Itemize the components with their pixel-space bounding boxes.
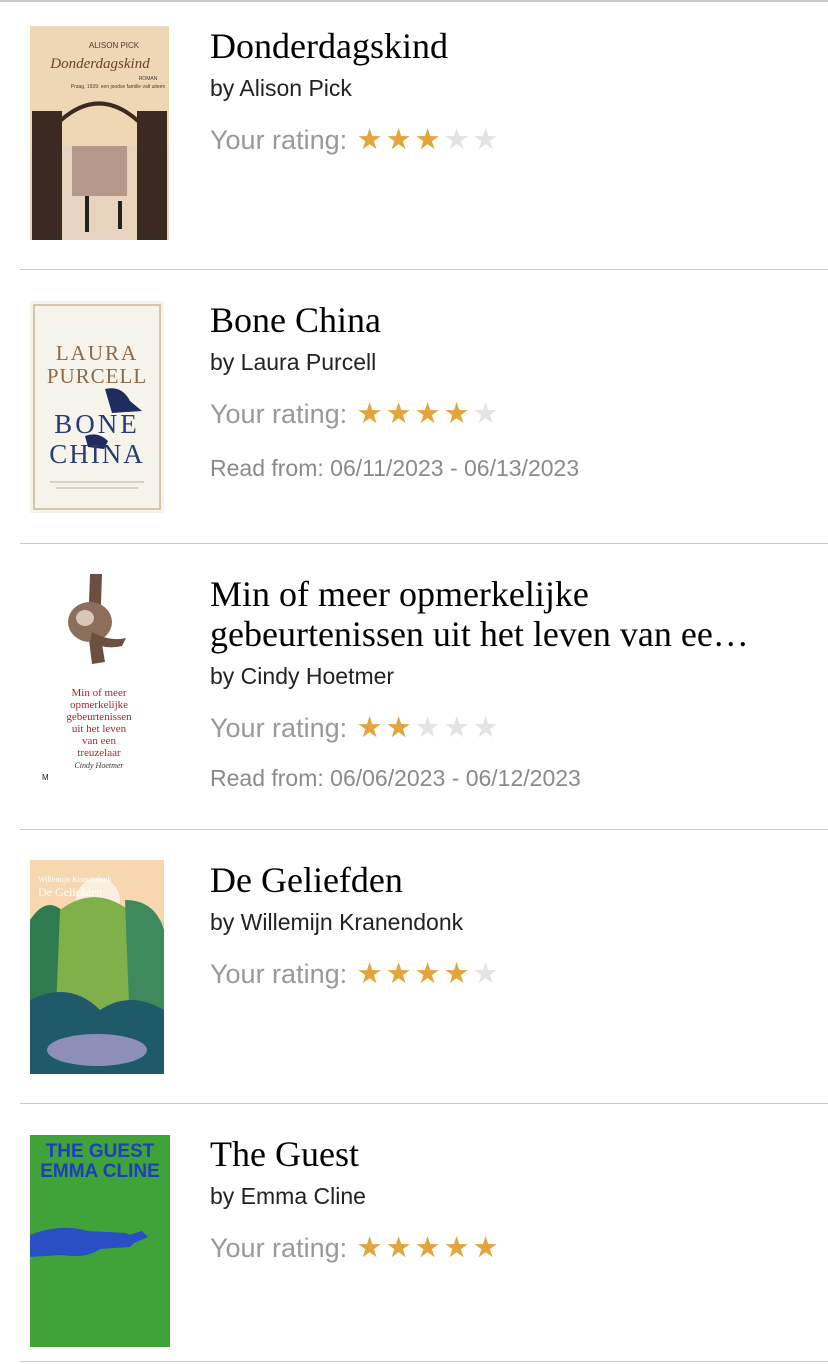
star-filled-icon[interactable]: ★ bbox=[413, 1232, 442, 1264]
star-rating[interactable]: ★ ★ ★ ★ ★ bbox=[355, 124, 500, 156]
book-title[interactable]: Min of meer opmerkelijke gebeurtenissen … bbox=[210, 574, 808, 654]
cover-tagline-text: Praag, 1939: een joodse familie valt uit… bbox=[71, 84, 166, 90]
rating-label: Your rating: bbox=[210, 125, 348, 155]
cover-title-text: Donderdagskind bbox=[49, 56, 150, 72]
book-author[interactable]: by Willemijn Kranendonk bbox=[210, 908, 808, 936]
book-author[interactable]: by Alison Pick bbox=[210, 74, 808, 102]
star-filled-icon[interactable]: ★ bbox=[413, 124, 442, 156]
cover-title-first: BONE bbox=[54, 409, 140, 439]
star-filled-icon[interactable]: ★ bbox=[442, 1232, 471, 1264]
star-filled-icon[interactable]: ★ bbox=[384, 398, 413, 430]
cover-title-line: uit het leven bbox=[72, 723, 127, 735]
star-filled-icon[interactable]: ★ bbox=[355, 958, 384, 990]
rating-label: Your rating: bbox=[210, 399, 348, 429]
star-empty-icon[interactable]: ★ bbox=[471, 958, 500, 990]
star-rating[interactable]: ★ ★ ★ ★ ★ bbox=[355, 712, 500, 744]
cover-title-line: treuzelaar bbox=[77, 747, 121, 759]
star-filled-icon[interactable]: ★ bbox=[442, 958, 471, 990]
read-dates: Read from: 06/06/2023 - 06/12/2023 bbox=[210, 765, 581, 791]
star-filled-icon[interactable]: ★ bbox=[355, 124, 384, 156]
star-filled-icon[interactable]: ★ bbox=[355, 712, 384, 744]
book-row[interactable]: LAURA PURCELL BONE CHINA Bone China by L… bbox=[0, 270, 828, 544]
star-rating[interactable]: ★ ★ ★ ★ ★ bbox=[355, 958, 500, 990]
read-dates: Read from: 06/11/2023 - 06/13/2023 bbox=[210, 455, 580, 481]
rating-row: Your rating: ★ ★ ★ ★ ★ bbox=[210, 1232, 808, 1264]
cover-author-text: Willemijn Kranendonk bbox=[38, 875, 112, 884]
book-title[interactable]: Bone China bbox=[210, 300, 808, 340]
rating-row: Your rating: ★ ★ ★ ★ ★ bbox=[210, 124, 808, 156]
cover-author-text: EMMA CLINE bbox=[40, 1161, 160, 1182]
book-title[interactable]: Donderdagskind bbox=[210, 26, 808, 66]
cover-title-line: van een bbox=[82, 735, 116, 747]
rating-row: Your rating: ★ ★ ★ ★ ★ bbox=[210, 398, 808, 430]
cover-publisher-text: M bbox=[42, 773, 49, 782]
book-info: Bone China by Laura Purcell Your rating:… bbox=[210, 300, 808, 482]
star-filled-icon[interactable]: ★ bbox=[384, 124, 413, 156]
cover-title-second: CHINA bbox=[49, 439, 145, 469]
star-rating[interactable]: ★ ★ ★ ★ ★ bbox=[355, 398, 500, 430]
star-filled-icon[interactable]: ★ bbox=[384, 958, 413, 990]
book-title[interactable]: De Geliefden bbox=[210, 860, 808, 900]
cover-title-text: THE GUEST bbox=[46, 1141, 155, 1162]
star-filled-icon[interactable]: ★ bbox=[384, 712, 413, 744]
cover-author-text: Cindy Hoetmer bbox=[74, 761, 124, 770]
star-empty-icon[interactable]: ★ bbox=[442, 124, 471, 156]
rating-label: Your rating: bbox=[210, 1233, 348, 1263]
cover-genre-text: ROMAN bbox=[139, 76, 158, 82]
star-empty-icon[interactable]: ★ bbox=[471, 398, 500, 430]
star-empty-icon[interactable]: ★ bbox=[471, 124, 500, 156]
book-cover[interactable]: Willemijn Kranendonk De Geliefden bbox=[30, 860, 164, 1074]
cover-title-line: opmerkelijke bbox=[70, 699, 128, 711]
cover-author-first: LAURA bbox=[56, 341, 138, 365]
book-cover[interactable]: LAURA PURCELL BONE CHINA bbox=[30, 301, 164, 513]
star-filled-icon[interactable]: ★ bbox=[413, 958, 442, 990]
book-row[interactable]: THE GUEST EMMA CLINE The Guest by Emma C… bbox=[0, 1104, 828, 1364]
star-filled-icon[interactable]: ★ bbox=[442, 398, 471, 430]
cover-author-last: PURCELL bbox=[47, 364, 147, 388]
book-author[interactable]: by Cindy Hoetmer bbox=[210, 662, 808, 690]
cover-title-line: Min of meer bbox=[72, 687, 127, 699]
star-filled-icon[interactable]: ★ bbox=[413, 398, 442, 430]
book-info: The Guest by Emma Cline Your rating: ★ ★ ★… bbox=[210, 1134, 808, 1264]
star-filled-icon[interactable]: ★ bbox=[471, 1232, 500, 1264]
rating-row: Your rating: ★ ★ ★ ★ ★ bbox=[210, 958, 808, 990]
cover-author-text: ALISON PICK bbox=[89, 41, 140, 50]
row-divider bbox=[20, 1361, 828, 1362]
star-rating[interactable]: ★ ★ ★ ★ ★ bbox=[355, 1232, 500, 1264]
star-filled-icon[interactable]: ★ bbox=[355, 398, 384, 430]
book-info: Donderdagskind by Alison Pick Your ratin… bbox=[210, 26, 808, 156]
star-empty-icon[interactable]: ★ bbox=[471, 712, 500, 744]
book-info: Min of meer opmerkelijke gebeurtenissen … bbox=[210, 574, 808, 792]
book-row[interactable]: Min of meer opmerkelijke gebeurtenissen … bbox=[0, 544, 828, 830]
book-row[interactable]: ALISON PICK Donderdagskind Praag, 1939: … bbox=[0, 0, 828, 270]
star-empty-icon[interactable]: ★ bbox=[442, 712, 471, 744]
book-cover[interactable]: THE GUEST EMMA CLINE bbox=[30, 1135, 170, 1347]
rating-label: Your rating: bbox=[210, 713, 348, 743]
star-filled-icon[interactable]: ★ bbox=[355, 1232, 384, 1264]
star-empty-icon[interactable]: ★ bbox=[413, 712, 442, 744]
rating-row: Your rating: ★ ★ ★ ★ ★ bbox=[210, 712, 808, 744]
book-cover[interactable]: Min of meer opmerkelijke gebeurtenissen … bbox=[30, 572, 164, 784]
book-cover[interactable]: ALISON PICK Donderdagskind Praag, 1939: … bbox=[30, 26, 169, 240]
rating-label: Your rating: bbox=[210, 959, 348, 989]
book-title[interactable]: The Guest bbox=[210, 1134, 808, 1174]
book-author[interactable]: by Emma Cline bbox=[210, 1182, 808, 1210]
star-filled-icon[interactable]: ★ bbox=[384, 1232, 413, 1264]
book-info: De Geliefden by Willemijn Kranendonk You… bbox=[210, 860, 808, 990]
cover-title-text: De Geliefden bbox=[38, 885, 102, 899]
cover-title-line: gebeurtenissen bbox=[66, 711, 132, 723]
book-author[interactable]: by Laura Purcell bbox=[210, 348, 808, 376]
book-row[interactable]: Willemijn Kranendonk De Geliefden De Gel… bbox=[0, 830, 828, 1104]
